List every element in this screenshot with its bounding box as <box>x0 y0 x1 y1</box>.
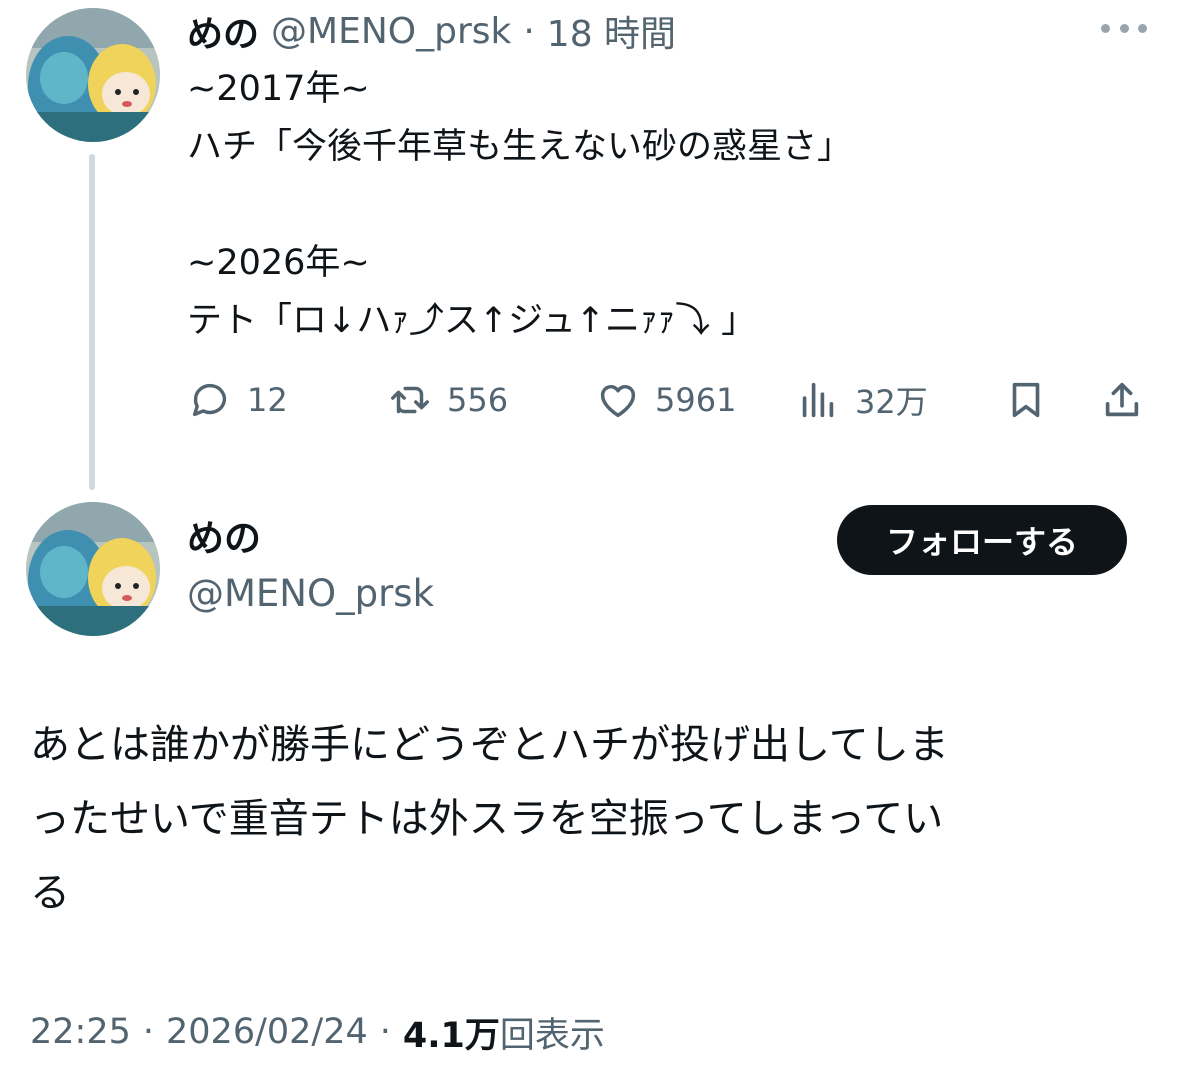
tweet-header: めの @MENO_prsk · 18 時間 <box>187 6 676 56</box>
more-dot <box>1119 23 1129 33</box>
more-icon[interactable] <box>1101 15 1147 41</box>
bar-chart-icon <box>802 382 834 418</box>
tweet-line: ~2026年~ <box>187 243 370 283</box>
like-count: 5961 <box>655 381 737 419</box>
reply-icon <box>192 383 227 417</box>
more-dot <box>1138 23 1147 33</box>
reply-button[interactable]: 12 <box>187 372 288 428</box>
tweet-text: ~2017年~ ハチ「今後千年草も生えない砂の惑星さ」 ~2026年~ テト「ロ… <box>187 60 1147 350</box>
retweet-icon <box>391 386 429 414</box>
tweet-line: ハチ「今後千年草も生えない砂の惑星さ」 <box>187 127 853 167</box>
post-time[interactable]: 22:25 <box>30 1012 131 1052</box>
post-line: あとは誰かが勝手にどうぞとハチが投げ出してしま <box>30 722 949 768</box>
tweet-time[interactable]: 18 時間 <box>547 5 676 57</box>
avatar-image <box>26 8 160 142</box>
reply-count: 12 <box>247 381 288 419</box>
post-date[interactable]: 2026/02/24 <box>166 1012 368 1052</box>
views-label: 回表示 <box>499 1015 605 1056</box>
retweet-count: 556 <box>447 381 509 419</box>
thread-line <box>89 154 95 490</box>
profile-handle[interactable]: @MENO_prsk <box>187 568 434 620</box>
tweet-line: テト「ロ↓ハｧ⤴ス↑ジュ↑ニｧｧ⤵ 」 <box>187 301 757 341</box>
retweet-button[interactable]: 556 <box>387 372 508 428</box>
action-bar: 12 556 5961 32万 <box>187 372 1147 428</box>
separator: · <box>142 1012 155 1052</box>
author-name[interactable]: めの <box>187 5 259 57</box>
views-button[interactable]: 32万 <box>795 372 928 428</box>
avatar[interactable] <box>26 502 160 636</box>
like-button[interactable]: 5961 <box>595 372 736 428</box>
bookmark-button[interactable] <box>1003 372 1049 428</box>
post-line: ったせいで重音テトは外スラを空振ってしまってい <box>30 796 944 842</box>
tweet-line: ~2017年~ <box>187 69 370 109</box>
share-button[interactable] <box>1099 372 1145 428</box>
separator: · <box>379 1012 391 1052</box>
share-icon <box>1105 382 1139 417</box>
main-post-text: あとは誰かが勝手にどうぞとハチが投げ出してしま ったせいで重音テトは外スラを空振… <box>30 708 1150 930</box>
views-total: 4.1万 <box>402 1015 500 1056</box>
avatar[interactable] <box>26 8 160 142</box>
heart-icon <box>600 384 636 418</box>
more-dot <box>1101 23 1110 33</box>
author-handle[interactable]: @MENO_prsk <box>271 11 511 52</box>
separator: · <box>523 10 535 52</box>
post-meta: 22:25 · 2026/02/24 · 4.1万 回表示 <box>30 1005 605 1059</box>
follow-button[interactable]: フォローする <box>837 505 1127 575</box>
bookmark-icon <box>1012 382 1040 418</box>
avatar-image <box>26 502 160 636</box>
tweet-line <box>187 176 1147 234</box>
profile-name[interactable]: めの <box>187 513 261 565</box>
post-line: る <box>30 870 70 916</box>
views-count: 32万 <box>855 383 928 421</box>
